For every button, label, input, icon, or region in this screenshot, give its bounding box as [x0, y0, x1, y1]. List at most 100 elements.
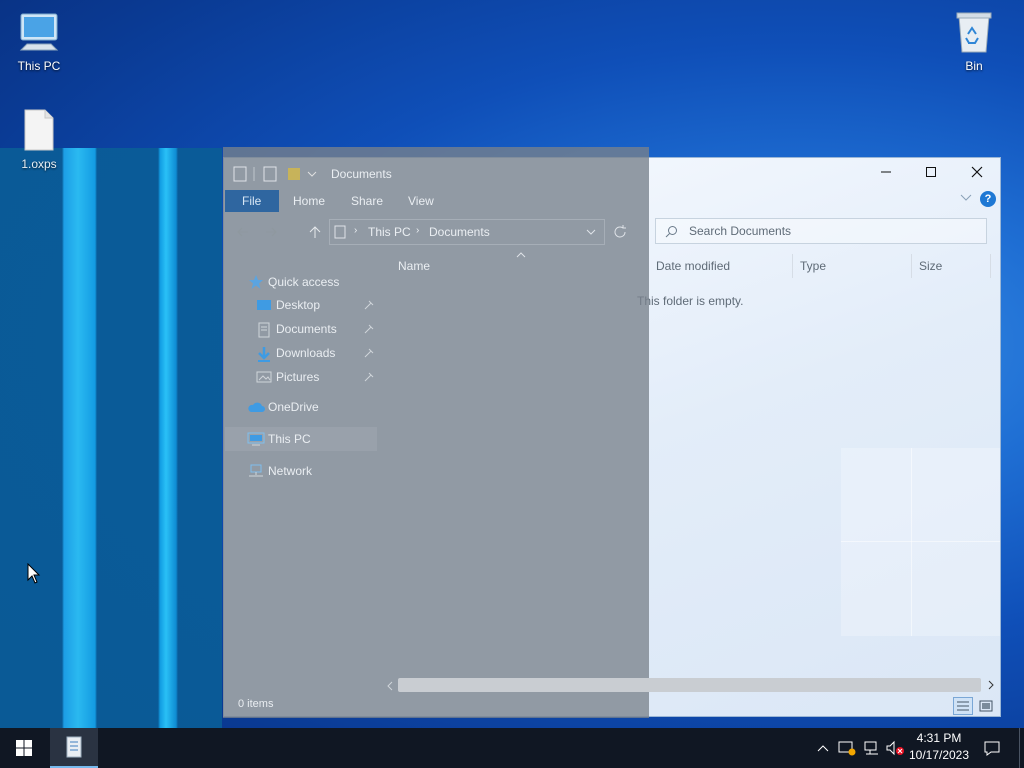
- desktop-icon-this-pc[interactable]: This PC: [4, 10, 74, 73]
- nav-label: Documents: [276, 322, 337, 336]
- refresh-button[interactable]: [612, 224, 628, 243]
- show-hidden-icons-button[interactable]: [814, 728, 832, 768]
- chevron-down-icon[interactable]: [586, 229, 596, 237]
- column-header-date-modified[interactable]: Date modified: [656, 259, 730, 273]
- tray-network-button[interactable]: [861, 728, 883, 768]
- nav-label: Pictures: [276, 370, 320, 384]
- chevron-up-icon: [817, 745, 829, 752]
- nav-item-downloads[interactable]: Downloads: [256, 346, 374, 365]
- breadcrumb-documents[interactable]: Documents: [429, 225, 490, 239]
- ribbon-tab-home[interactable]: Home: [293, 194, 325, 208]
- download-arrow-icon: [258, 347, 270, 362]
- action-center-button[interactable]: [980, 728, 1004, 768]
- large-icons-view-icon: [979, 700, 993, 712]
- chevron-left-icon: [387, 681, 393, 691]
- back-button[interactable]: [236, 226, 250, 241]
- pin-icon[interactable]: [364, 348, 374, 358]
- nav-label: Network: [268, 464, 313, 478]
- details-view-button[interactable]: [953, 697, 973, 715]
- search-placeholder: Search Documents: [689, 224, 792, 238]
- nav-item-onedrive[interactable]: OneDrive: [247, 400, 319, 416]
- column-divider[interactable]: [911, 254, 912, 278]
- wallpaper-light-rays: [0, 148, 222, 728]
- ribbon-tab-share[interactable]: Share: [351, 194, 383, 208]
- desktop-icon-file[interactable]: 1.oxps: [4, 108, 74, 171]
- desktop-folder-icon: [257, 300, 271, 310]
- documents-folder-icon: [258, 322, 270, 338]
- maximize-icon: [926, 167, 936, 177]
- forward-button[interactable]: [264, 226, 278, 241]
- recycle-bin-icon: [939, 8, 1009, 57]
- taskbar-clock[interactable]: 4:31 PM 10/17/2023: [908, 731, 970, 765]
- column-header-type[interactable]: Type: [800, 259, 826, 273]
- close-icon: [971, 166, 983, 178]
- search-input[interactable]: Search Documents: [655, 218, 987, 244]
- monitor-icon: [4, 10, 74, 57]
- network-wired-icon: [864, 741, 878, 755]
- desktop-icon-bin[interactable]: Bin: [939, 8, 1009, 73]
- tray-security-button[interactable]: [836, 728, 858, 768]
- status-item-count: 0 items: [238, 698, 274, 710]
- show-desktop-button[interactable]: [1019, 728, 1020, 768]
- large-icons-view-button[interactable]: [977, 697, 995, 715]
- document-viewer-icon: [66, 736, 82, 758]
- details-view-icon: [957, 701, 969, 711]
- desktop-icon-label: 1.oxps: [21, 157, 57, 171]
- help-button[interactable]: ?: [980, 191, 996, 207]
- window-title: Documents: [331, 167, 392, 181]
- ribbon-tab-file-label: File: [242, 194, 262, 208]
- pin-icon[interactable]: [364, 324, 374, 334]
- breadcrumb-separator-icon: ›: [354, 225, 358, 236]
- volume-muted-icon: [886, 740, 904, 756]
- cloud-icon: [248, 402, 265, 412]
- search-icon: [665, 226, 677, 238]
- nav-label: OneDrive: [268, 400, 319, 414]
- scroll-right-button[interactable]: [987, 680, 995, 693]
- breadcrumb-this-pc[interactable]: This PC: [368, 225, 411, 239]
- nav-item-quick-access[interactable]: Quick access: [248, 274, 339, 293]
- windows-logo-reflection: [841, 448, 1000, 636]
- column-divider[interactable]: [792, 254, 793, 278]
- nav-item-pictures[interactable]: Pictures: [256, 370, 374, 387]
- up-button[interactable]: [308, 225, 322, 242]
- notification-icon: [984, 741, 1000, 756]
- windows-logo-icon: [16, 740, 32, 756]
- mouse-cursor-icon: [27, 563, 41, 584]
- computer-icon: [247, 432, 265, 446]
- nav-label: Desktop: [276, 298, 321, 312]
- horizontal-scrollbar-thumb[interactable]: [398, 678, 981, 692]
- nav-item-network[interactable]: Network: [247, 464, 312, 481]
- help-icon: ?: [984, 193, 992, 205]
- column-header-size[interactable]: Size: [919, 259, 942, 273]
- maximize-button[interactable]: [909, 160, 953, 184]
- arrow-left-icon: [237, 227, 248, 237]
- scroll-left-button[interactable]: [386, 680, 394, 694]
- pictures-folder-icon: [256, 371, 272, 383]
- nav-item-documents[interactable]: Documents: [256, 322, 374, 341]
- network-icon: [249, 464, 263, 477]
- nav-item-desktop[interactable]: Desktop: [256, 298, 374, 315]
- sort-indicator-icon: [516, 252, 526, 258]
- ribbon-tab-view[interactable]: View: [408, 194, 434, 208]
- column-divider[interactable]: [990, 254, 991, 278]
- column-header-name[interactable]: Name: [398, 259, 430, 273]
- documents-location-icon: [334, 225, 346, 239]
- nav-item-this-pc[interactable]: This PC: [247, 432, 311, 449]
- breadcrumb-separator-icon: ›: [416, 225, 420, 236]
- chevron-down-icon: [960, 194, 972, 201]
- start-button[interactable]: [0, 728, 48, 768]
- ribbon-expand-button[interactable]: [960, 192, 972, 206]
- clock-date: 10/17/2023: [908, 748, 970, 762]
- taskbar-file-explorer-button[interactable]: [50, 728, 98, 768]
- nav-label: Quick access: [268, 275, 340, 289]
- close-button[interactable]: [955, 160, 999, 184]
- ribbon-tab-file[interactable]: File: [225, 190, 279, 212]
- address-bar[interactable]: › This PC › Documents: [329, 219, 605, 245]
- desktop-icon-label: This PC: [17, 59, 61, 73]
- pin-icon[interactable]: [364, 372, 374, 382]
- pin-icon[interactable]: [364, 300, 374, 310]
- tray-volume-button[interactable]: [884, 728, 906, 768]
- minimize-icon: [881, 171, 891, 173]
- minimize-button[interactable]: [864, 160, 908, 184]
- nav-label: This PC: [268, 432, 311, 446]
